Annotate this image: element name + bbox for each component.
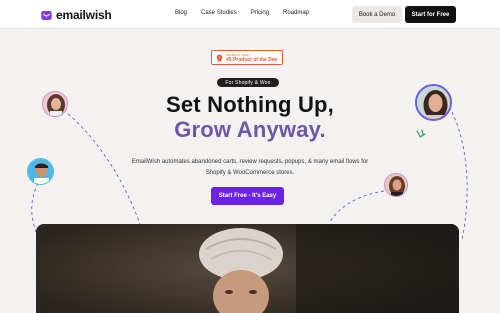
avatar-man-left: [27, 158, 54, 185]
start-free-cta-button[interactable]: Start Free - It's Easy: [211, 187, 284, 205]
hero-subtitle: EmailWish automates abandoned carts, rev…: [131, 159, 369, 176]
badge-main-label: #5 Product of the Day: [226, 57, 278, 63]
medal-icon: 5: [216, 54, 223, 62]
platform-pill: For Shopify & Woo: [217, 78, 279, 87]
product-hunt-badge[interactable]: 5 PRODUCT HUNT #5 Product of the Day: [211, 50, 283, 65]
hero-title-line2: Grow Anyway.: [174, 117, 326, 142]
hero-title-line1: Set Nothing Up,: [166, 92, 334, 117]
hero-image-woman-towel: [36, 224, 459, 313]
avatar-woman-right-bottom: [384, 173, 408, 197]
